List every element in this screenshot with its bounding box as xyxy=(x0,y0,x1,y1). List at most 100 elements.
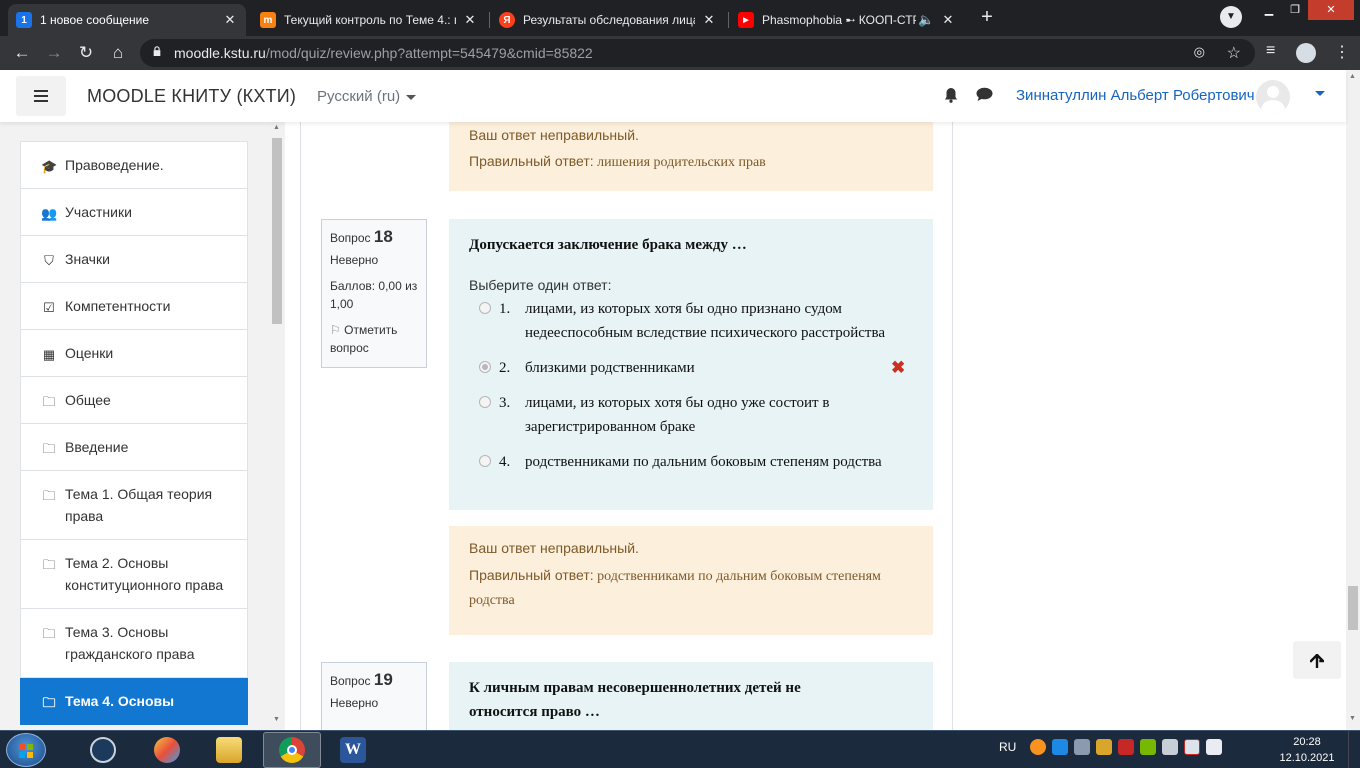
taskbar-clock[interactable]: 20:28 12.10.2021 xyxy=(1278,734,1336,766)
browser-tab-yandex[interactable]: Я Результаты обследования лица, ✕ xyxy=(491,4,725,36)
usb-icon[interactable] xyxy=(1074,739,1090,755)
prev-question-feedback: Ваш ответ неправильный. Правильный ответ… xyxy=(449,122,933,191)
answer-number: 2. xyxy=(499,360,511,376)
drawer-item-label: Значки xyxy=(65,251,110,267)
page-scrollbar[interactable]: ▲ ▼ xyxy=(1346,70,1360,730)
flag-question-link[interactable]: ⚐ Отметить вопрос xyxy=(330,321,418,357)
tab-title: Результаты обследования лица, xyxy=(523,13,695,27)
user-menu-chevron-icon[interactable] xyxy=(1315,91,1325,96)
minimize-icon[interactable]: ▁ xyxy=(1256,0,1282,20)
action-center-flag-icon[interactable] xyxy=(1206,739,1222,755)
drawer-item-participants[interactable]: 👥 Участники xyxy=(20,189,248,236)
drawer-item-badges[interactable]: ⛉ Значки xyxy=(20,236,248,283)
tab-divider xyxy=(728,12,729,28)
volume-icon[interactable] xyxy=(1162,739,1178,755)
table-icon: ▦ xyxy=(42,347,56,362)
answer-radio-selected[interactable] xyxy=(479,361,491,373)
taskbar-chrome[interactable] xyxy=(263,732,321,768)
system-tray xyxy=(1030,739,1222,755)
answer-radio[interactable] xyxy=(479,396,491,408)
page-scrollbar-thumb[interactable] xyxy=(1348,586,1358,630)
drawer-item-topic-1[interactable]: 🗀 Тема 1. Общая теория права xyxy=(20,471,248,540)
answer-option-2[interactable]: 2. близкими родственниками ✖ xyxy=(469,356,913,380)
url-text: moodle.kstu.ru/mod/quiz/review.php?attem… xyxy=(174,45,593,61)
close-tab-icon[interactable]: ✕ xyxy=(940,12,956,28)
wrench-icon[interactable] xyxy=(1118,739,1134,755)
restore-icon[interactable]: ❐ xyxy=(1282,0,1308,20)
drawer-item-general[interactable]: 🗀 Общее xyxy=(20,377,248,424)
avatar[interactable] xyxy=(1256,80,1290,114)
drawer-item-intro[interactable]: 🗀 Введение xyxy=(20,424,248,471)
tab-search-icon[interactable]: ▼ xyxy=(1220,6,1242,28)
drawer-item-label: Тема 2. Основы конституционного права xyxy=(65,555,224,593)
scroll-up-icon[interactable]: ▲ xyxy=(1349,73,1356,80)
profile-avatar-icon[interactable] xyxy=(1296,43,1316,63)
drawer-item-topic-3[interactable]: 🗀 Тема 3. Основы гражданского права xyxy=(20,609,248,678)
tray-app-icon[interactable] xyxy=(1096,739,1112,755)
window-controls: ▁ ❐ ✕ xyxy=(1256,0,1354,20)
eye-off-icon[interactable]: ◎ xyxy=(1194,44,1205,60)
language-menu[interactable]: Русский ‎(ru)‎ xyxy=(317,88,417,105)
question-state: Неверно xyxy=(330,696,379,710)
question-grade: Баллов: 0,00 из 1,00 xyxy=(330,279,418,311)
user-name[interactable]: Зиннатуллин Альберт Робертович xyxy=(1016,87,1255,104)
back-icon[interactable]: ← xyxy=(10,41,34,65)
taskbar-paint[interactable] xyxy=(138,732,196,768)
browser-tab-youtube[interactable]: ▶ Phasmophobia ➸ КООП-СТР 🔈 ✕ xyxy=(730,4,964,36)
chat-icon[interactable] xyxy=(976,87,993,106)
scroll-down-icon[interactable]: ▼ xyxy=(1349,715,1356,722)
drawer-item-topic-4[interactable]: 🗀 Тема 4. Основы xyxy=(20,678,248,725)
graduation-cap-icon: 🎓 xyxy=(41,159,58,174)
drawer-item-label: Участники xyxy=(65,204,132,220)
taskbar-steam[interactable] xyxy=(74,732,132,768)
answer-radio[interactable] xyxy=(479,302,491,314)
browser-toolbar: ← → ↻ ⌂ moodle.kstu.ru/mod/quiz/review.p… xyxy=(0,36,1360,70)
cloud-icon[interactable] xyxy=(1052,739,1068,755)
close-tab-icon[interactable]: ✕ xyxy=(222,12,238,28)
folder-icon: 🗀 xyxy=(42,488,56,503)
answer-radio[interactable] xyxy=(479,455,491,467)
drawer-scrollbar-thumb[interactable] xyxy=(272,138,282,324)
reload-icon[interactable]: ↻ xyxy=(74,41,98,65)
nvidia-icon[interactable] xyxy=(1140,739,1156,755)
browser-tab-messages[interactable]: 1 1 новое сообщение ✕ xyxy=(8,4,246,36)
scroll-down-icon[interactable]: ▼ xyxy=(273,716,280,723)
answer-option-1[interactable]: 1. лицами, из которых хотя бы одно призн… xyxy=(469,297,913,345)
browser-tab-quiz[interactable]: m Текущий контроль по Теме 4.: п ✕ xyxy=(252,4,486,36)
close-tab-icon[interactable]: ✕ xyxy=(462,12,478,28)
bell-icon[interactable] xyxy=(944,87,958,107)
close-window-icon[interactable]: ✕ xyxy=(1308,0,1354,20)
question-number: Вопрос 18 xyxy=(330,228,418,247)
close-tab-icon[interactable]: ✕ xyxy=(701,12,717,28)
answer-option-3[interactable]: 3. лицами, из которых хотя бы одно уже с… xyxy=(469,391,913,439)
speaker-icon[interactable]: 🔈 xyxy=(918,12,934,28)
show-desktop-button[interactable] xyxy=(1348,731,1360,768)
start-button[interactable] xyxy=(6,733,46,767)
answer-option-4[interactable]: 4. родственниками по дальним боковым сте… xyxy=(469,450,913,474)
new-tab-button[interactable]: + xyxy=(975,6,999,30)
bookmark-star-icon[interactable]: ☆ xyxy=(1227,43,1241,63)
avast-icon[interactable] xyxy=(1030,739,1046,755)
drawer-item-course[interactable]: 🎓 Правоведение. xyxy=(20,141,248,189)
back-to-top-button[interactable] xyxy=(1293,641,1341,679)
drawer-toggle-button[interactable] xyxy=(16,76,66,116)
drawer-scrollbar[interactable]: ▲ ▼ xyxy=(270,122,284,730)
home-icon[interactable]: ⌂ xyxy=(106,41,130,65)
folder-icon: 🗀 xyxy=(42,394,56,409)
menu-kebab-icon[interactable]: ⋮ xyxy=(1334,42,1350,62)
forward-icon[interactable]: → xyxy=(42,41,66,65)
drawer-item-topic-2[interactable]: 🗀 Тема 2. Основы конституционного права xyxy=(20,540,248,609)
address-bar[interactable]: moodle.kstu.ru/mod/quiz/review.php?attem… xyxy=(140,39,1255,67)
site-name[interactable]: MOODLE КНИТУ (КХТИ) xyxy=(87,86,296,107)
scroll-up-icon[interactable]: ▲ xyxy=(273,124,280,131)
network-disconnected-icon[interactable] xyxy=(1184,739,1200,755)
drawer-item-grades[interactable]: ▦ Оценки xyxy=(20,330,248,377)
reading-list-icon[interactable]: ≡ xyxy=(1266,42,1275,60)
taskbar-word[interactable]: W xyxy=(324,732,382,768)
paint-palette-icon xyxy=(154,737,180,763)
drawer-item-competencies[interactable]: ☑ Компетентности xyxy=(20,283,248,330)
windows-taskbar: W RU 20:28 12.10.2021 xyxy=(0,730,1360,768)
drawer-item-label: Тема 3. Основы гражданского права xyxy=(65,624,195,662)
taskbar-explorer[interactable] xyxy=(200,732,258,768)
keyboard-language[interactable]: RU xyxy=(999,740,1016,754)
